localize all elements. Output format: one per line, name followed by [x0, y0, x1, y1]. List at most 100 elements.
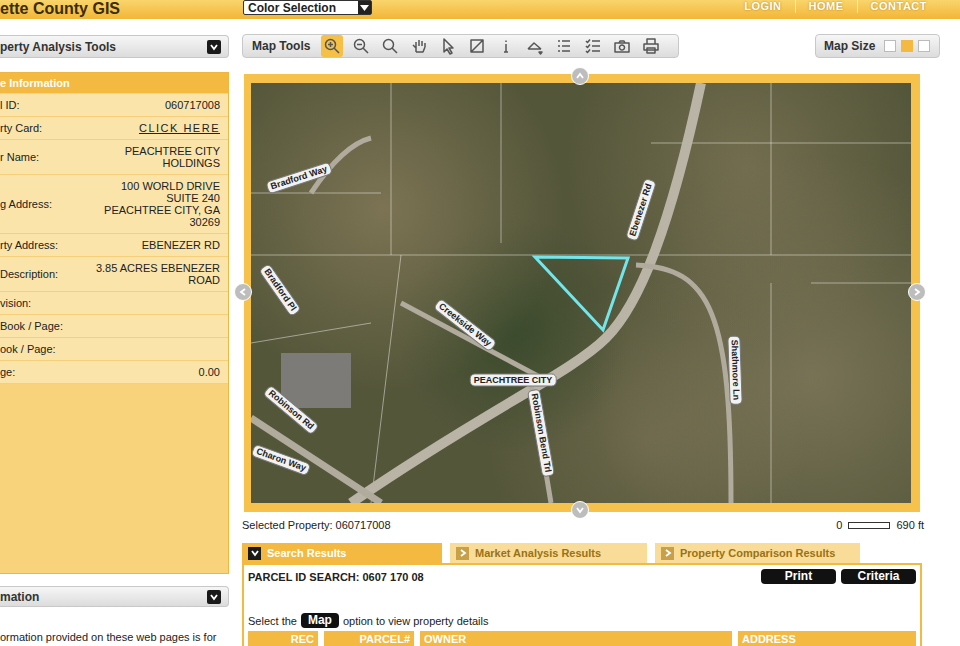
- map-tool-button[interactable]: [495, 35, 517, 57]
- map-tool-button[interactable]: [321, 35, 343, 57]
- info-row: Book / Page:: [0, 315, 228, 338]
- scale-bar: 0690 ft: [836, 519, 924, 531]
- pan-up-icon[interactable]: [571, 67, 589, 85]
- gis-page: ette County GISColor SelectionLOGINHOMEC…: [0, 0, 960, 646]
- zoom-full-icon: [381, 37, 399, 55]
- value-line: 060717008: [165, 99, 220, 111]
- chevron-right-icon: [456, 547, 469, 560]
- result-tab[interactable]: Property Comparison Results: [655, 543, 860, 563]
- value-line: HOLDINGS: [163, 157, 220, 169]
- search-results-panel: PARCEL ID SEARCH: 0607 170 08 Print Criter…: [242, 563, 922, 646]
- info-row: l ID:060717008: [0, 94, 228, 117]
- road-label: Ebenezer Rd: [625, 178, 657, 241]
- info-row: vision:: [0, 292, 228, 315]
- map-tool-button[interactable]: [640, 35, 662, 57]
- camera-icon: [613, 37, 631, 55]
- column-header[interactable]: OWNER: [420, 631, 732, 646]
- column-header[interactable]: ADDRESS: [738, 631, 916, 646]
- map-tool-button[interactable]: [611, 35, 633, 57]
- info-row: r Name:PEACHTREE CITYHOLDINGS: [0, 140, 228, 175]
- value-line: PEACHTREE CITY: [125, 145, 220, 157]
- selected-parcel[interactable]: [535, 257, 628, 330]
- pan-left-icon[interactable]: [234, 283, 252, 301]
- map-tools: Map Tools: [242, 34, 679, 58]
- parking-lot: [281, 353, 351, 408]
- map-tool-button[interactable]: [466, 35, 488, 57]
- pan-down-icon[interactable]: [571, 501, 589, 519]
- top-link[interactable]: CONTACT: [857, 0, 940, 13]
- robinson-road: [251, 418, 381, 503]
- analysis-tools-bar[interactable]: perty Analysis Tools: [0, 35, 229, 58]
- value-line: 0.00: [199, 366, 220, 378]
- measure-icon: [526, 37, 544, 55]
- info-row: g Address:100 WORLD DRIVESUITE 240PEACHT…: [0, 175, 228, 234]
- value-line: PEACHTREE CITY, GA: [104, 204, 220, 216]
- results-hint: Select theMapoption to view property det…: [248, 613, 916, 628]
- map-tool-button[interactable]: [350, 35, 372, 57]
- info-icon: [497, 37, 515, 55]
- checklist-icon: [584, 37, 602, 55]
- road-label: Bradford Pl: [258, 263, 301, 317]
- disclaimer-text: ormation provided on these web pages is …: [0, 631, 229, 643]
- map-size-option[interactable]: [918, 40, 930, 52]
- pan-hand-icon: [410, 37, 428, 55]
- zoom-in-icon: [323, 37, 341, 55]
- selected-property: Selected Property: 060717008: [242, 519, 391, 531]
- info-row: rty Address:EBENEZER RD: [0, 234, 228, 257]
- top-link[interactable]: LOGIN: [731, 0, 794, 13]
- chevron-down-icon[interactable]: [207, 40, 221, 54]
- pan-right-icon[interactable]: [908, 283, 926, 301]
- shathmore-road: [636, 265, 731, 503]
- results-button[interactable]: Criteria: [841, 569, 916, 584]
- result-tab[interactable]: Search Results: [242, 543, 442, 563]
- select-box-icon: [468, 37, 486, 55]
- map-overlay: [251, 83, 911, 503]
- printer-icon: [642, 37, 660, 55]
- map-size: Map Size: [815, 34, 940, 58]
- results-title: PARCEL ID SEARCH: 0607 170 08: [248, 571, 424, 583]
- property-info-panel: e Informationl ID:060717008rty Card:CLIC…: [0, 72, 229, 574]
- map-tool-button[interactable]: [437, 35, 459, 57]
- top-link[interactable]: HOME: [795, 0, 857, 13]
- column-header[interactable]: REC: [248, 631, 318, 646]
- site-title: ette County GIS: [0, 0, 243, 17]
- info-row: ook / Page:: [0, 338, 228, 361]
- result-tabs: Search Results Market Analysis Results Pro…: [242, 543, 940, 563]
- aerial-map[interactable]: Bradford WayBradford PlCreekside WayPEAC…: [251, 83, 911, 503]
- color-selection-dropdown[interactable]: Color Selection: [243, 0, 372, 15]
- info-row: ge:0.00: [0, 361, 228, 384]
- map-tool-button[interactable]: [582, 35, 604, 57]
- dropdown-arrow-icon: [358, 1, 371, 14]
- value-line: 30269: [189, 216, 220, 228]
- value-line: 100 WORLD DRIVE: [121, 180, 220, 192]
- map-size-option[interactable]: [901, 40, 913, 52]
- road-label: Shathmore Ln: [727, 336, 742, 405]
- column-header[interactable]: PARCEL#: [324, 631, 414, 646]
- property-card-link[interactable]: CLICK HERE: [139, 122, 220, 134]
- main-area: Map Tools Map Size Bradford WayBradford Pl…: [242, 19, 940, 646]
- results-button[interactable]: Print: [761, 569, 836, 584]
- map-tool-button[interactable]: [408, 35, 430, 57]
- info-row: Description:3.85 ACRES EBENEZERROAD: [0, 257, 228, 292]
- ebenezer-road: [351, 83, 701, 503]
- value-line: EBENEZER RD: [142, 239, 220, 251]
- top-bar: ette County GISColor Selection LOGINHOMEC…: [0, 0, 960, 19]
- panel-header: e Information: [0, 73, 228, 93]
- pointer-icon: [439, 37, 457, 55]
- information-bar[interactable]: mation: [0, 586, 229, 607]
- results-table-header: REC PARCEL# OWNER ADDRESS: [248, 631, 916, 646]
- sidebar: perty Analysis Tools e Informationl ID:06…: [0, 19, 229, 646]
- chevron-right-icon: [661, 547, 674, 560]
- map-tool-button[interactable]: [553, 35, 575, 57]
- map-frame: Bradford WayBradford PlCreekside WayPEAC…: [244, 74, 920, 512]
- map-tool-button[interactable]: [379, 35, 401, 57]
- chevron-down-icon[interactable]: [207, 590, 221, 604]
- value-line: SUITE 240: [166, 192, 220, 204]
- result-tab[interactable]: Market Analysis Results: [450, 543, 647, 563]
- chevron-down-icon: [248, 547, 261, 560]
- map-tool-button[interactable]: [524, 35, 546, 57]
- parcel-lines: [251, 83, 911, 503]
- map-option-button[interactable]: Map: [301, 613, 339, 628]
- top-links: LOGINHOMECONTACT: [731, 0, 940, 13]
- map-size-option[interactable]: [884, 40, 896, 52]
